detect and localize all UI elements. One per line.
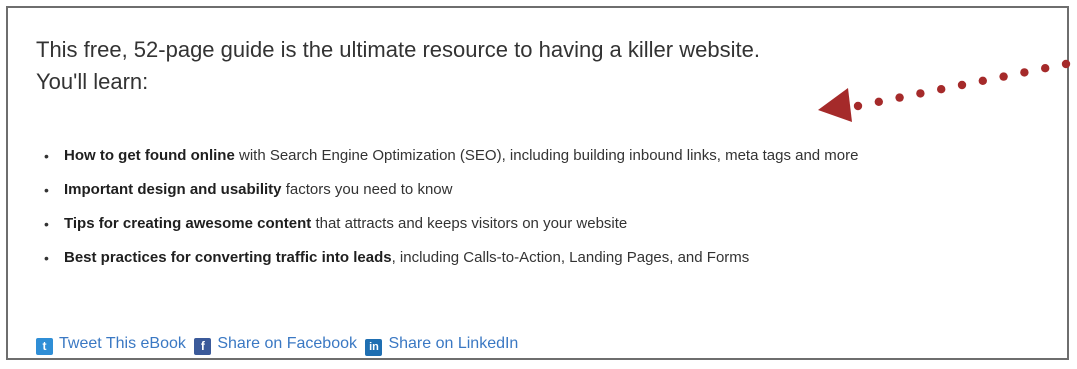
linkedin-icon: in: [365, 339, 383, 356]
arrow-dot: [978, 76, 987, 85]
feature-rest: that attracts and keeps visitors on your…: [311, 215, 628, 232]
list-item: • Important design and usability factors…: [36, 180, 1051, 200]
arrow-head: [818, 88, 852, 122]
share-bar: t Tweet This eBook f Share on Facebook in S…: [36, 335, 522, 356]
feature-rest: , including Calls-to-Action, Landing Pag…: [391, 249, 750, 266]
arrow-dot: [853, 101, 863, 111]
feature-rest: with Search Engine Optimization (SEO), i…: [234, 147, 859, 164]
arrow-dot: [1041, 64, 1050, 73]
list-item: • How to get found online with Search En…: [36, 146, 1051, 166]
linkedin-label: Share on LinkedIn: [388, 335, 519, 352]
feature-list: • How to get found online with Search En…: [36, 146, 1051, 282]
feature-bold: Best practices for converting traffic in…: [64, 249, 392, 266]
arrow-dot: [957, 80, 967, 90]
list-item: • Best practices for converting traffic …: [36, 248, 1051, 268]
tweet-link[interactable]: t Tweet This eBook: [36, 335, 186, 355]
arrow-dot: [874, 97, 883, 106]
twitter-icon: t: [36, 338, 53, 355]
feature-rest: factors you need to know: [281, 181, 453, 198]
bullet-icon: •: [44, 216, 49, 232]
dotted-arrow-icon: [818, 59, 1071, 122]
arrow-dot: [999, 72, 1008, 81]
arrow-dot: [916, 89, 925, 98]
facebook-icon: f: [194, 338, 212, 355]
bullet-icon: •: [44, 148, 49, 164]
bullet-icon: •: [44, 182, 49, 198]
feature-bold: How to get found online: [64, 147, 235, 164]
list-item: • Tips for creating awesome content that…: [36, 214, 1051, 234]
content-box: This free, 52-page guide is the ultimate…: [6, 6, 1071, 360]
facebook-label: Share on Facebook: [217, 335, 357, 352]
facebook-share-link[interactable]: f Share on Facebook: [194, 335, 357, 355]
arrow-dot: [1020, 68, 1029, 77]
linkedin-share-link[interactable]: in Share on LinkedIn: [365, 335, 519, 356]
feature-bold: Tips for creating awesome content: [64, 215, 312, 232]
feature-bold: Important design and usability: [64, 181, 282, 198]
arrow-dot: [937, 85, 946, 94]
tweet-label: Tweet This eBook: [59, 335, 186, 352]
bullet-icon: •: [44, 250, 49, 266]
arrow-dot: [1061, 59, 1071, 69]
arrow-dot: [895, 93, 904, 102]
arrow-dots: [853, 59, 1071, 111]
